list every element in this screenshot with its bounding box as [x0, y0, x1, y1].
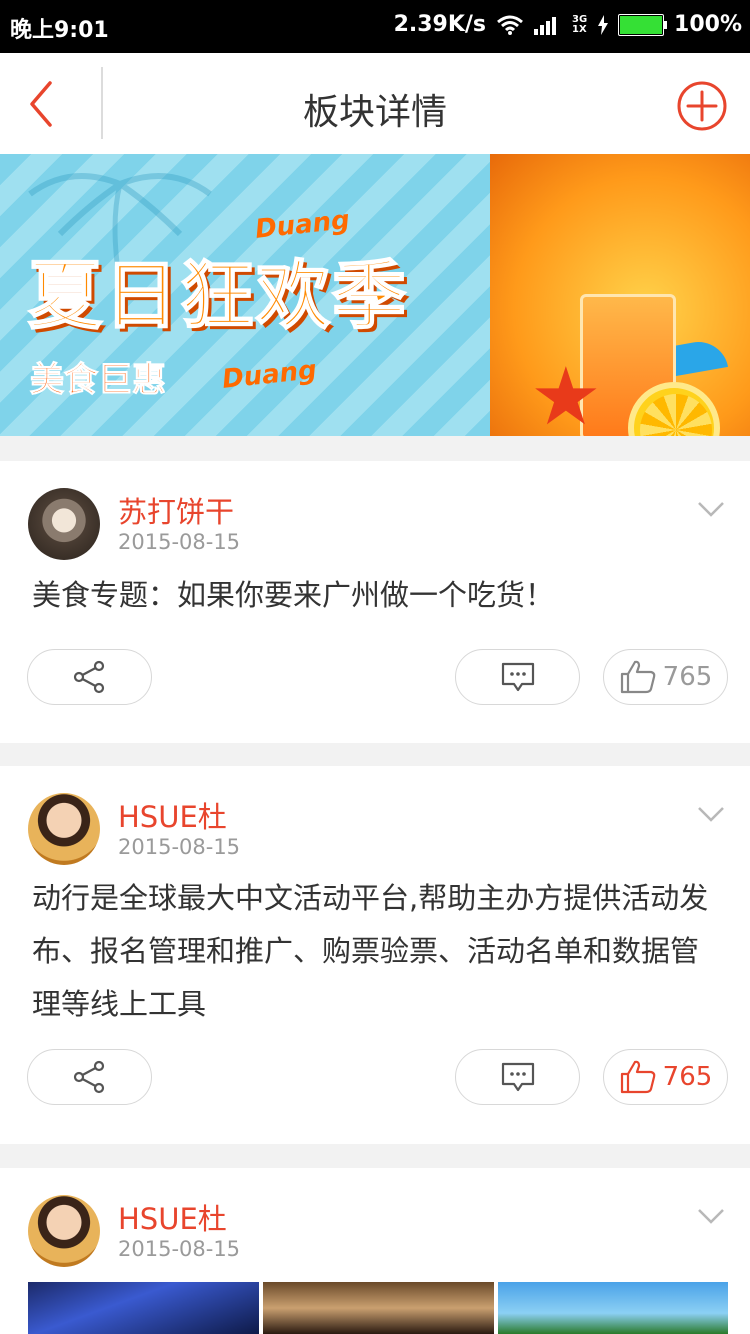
network-type-label: 3G 1X — [572, 13, 588, 35]
status-right: 2.39K/s 3G 1X 100% — [394, 12, 742, 37]
page-title: 板块详情 — [302, 92, 447, 133]
chevron-down-icon[interactable] — [696, 804, 726, 824]
banner-tag-duang-2: Duang — [220, 355, 319, 395]
charging-icon — [598, 14, 609, 35]
post-date: 2015-08-15 — [118, 835, 241, 859]
chevron-down-icon[interactable] — [696, 499, 726, 519]
post-date: 2015-08-15 — [118, 1237, 241, 1261]
post-photo[interactable] — [263, 1282, 494, 1334]
chevron-down-icon[interactable] — [696, 1206, 726, 1226]
status-time: 晚上9:01 — [10, 18, 109, 43]
post-card: 苏打饼干 2015-08-15 美食专题：如果你要来广州做一个吃货！ 765 — [0, 461, 750, 743]
wifi-icon — [497, 15, 523, 35]
like-button[interactable]: 765 — [603, 649, 728, 705]
post-card: HSUE杜 2015-08-15 — [0, 1168, 750, 1334]
status-bar: 晚上9:01 2.39K/s 3G 1X 100% — [0, 0, 750, 53]
battery-icon — [618, 13, 668, 36]
post-author[interactable]: 苏打饼干 — [118, 489, 234, 531]
post-author[interactable]: HSUE杜 — [118, 794, 227, 836]
avatar[interactable] — [28, 1195, 100, 1267]
share-button[interactable] — [27, 649, 152, 705]
signal-icon — [534, 16, 557, 35]
post-content: 美食专题：如果你要来广州做一个吃货！ — [32, 578, 555, 612]
avatar[interactable] — [28, 488, 100, 560]
share-icon — [73, 660, 104, 694]
thumbs-up-icon — [620, 660, 655, 694]
comment-icon — [501, 1062, 534, 1092]
banner-subtitle: 美食巨惠 — [30, 360, 167, 401]
comment-icon — [501, 662, 534, 692]
comment-button[interactable] — [455, 649, 580, 705]
banner-title: 夏日狂欢季 — [27, 252, 408, 340]
like-count: 765 — [662, 1062, 713, 1092]
comment-button[interactable] — [455, 1049, 580, 1105]
post-content: 动行是全球最大中文活动平台,帮助主办方提供活动发布、报名管理和推广、购票验票、活… — [32, 881, 709, 1021]
battery-percent: 100% — [674, 12, 742, 37]
starfish-icon: ★ — [530, 350, 602, 436]
post-author[interactable]: HSUE杜 — [118, 1196, 227, 1238]
share-icon — [73, 1060, 104, 1094]
share-button[interactable] — [27, 1049, 152, 1105]
plus-circle-icon[interactable] — [676, 80, 728, 132]
promo-banner[interactable]: ★ Duang 夏日狂欢季 美食巨惠 Duang — [0, 154, 750, 436]
post-date: 2015-08-15 — [118, 530, 241, 554]
post-photos — [28, 1282, 728, 1334]
post-photo[interactable] — [498, 1282, 728, 1334]
like-button[interactable]: 765 — [603, 1049, 728, 1105]
post-card: HSUE杜 2015-08-15 动行是全球最大中文活动平台,帮助主办方提供活动… — [0, 766, 750, 1144]
post-photo[interactable] — [28, 1282, 259, 1334]
nav-bar: 板块详情 — [0, 53, 750, 155]
thumbs-up-icon — [620, 1060, 655, 1094]
avatar[interactable] — [28, 793, 100, 865]
status-net-speed: 2.39K/s — [393, 12, 487, 37]
like-count: 765 — [662, 662, 713, 692]
